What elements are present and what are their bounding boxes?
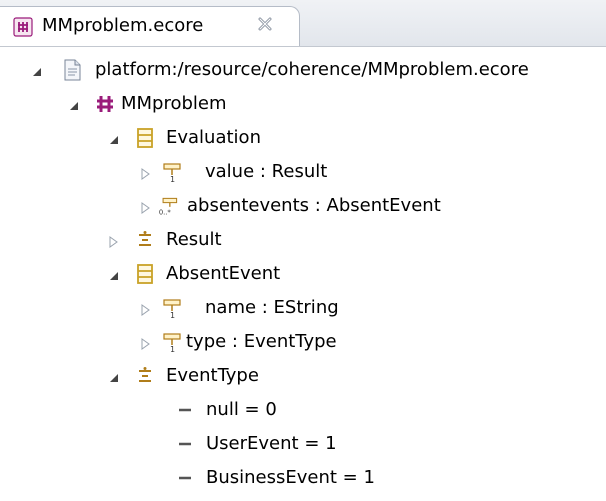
enum-literal-icon bbox=[179, 476, 191, 480]
tree-item-label: EventType bbox=[166, 365, 259, 386]
ecore-tree: platform:/resource/coherence/MMproblem.e… bbox=[0, 46, 606, 501]
eenum-icon bbox=[139, 367, 151, 382]
tree-item-attribute[interactable]: 1 type : EventType bbox=[0, 326, 606, 360]
tree-item-enum-literal[interactable]: UserEvent = 1 bbox=[0, 428, 606, 462]
expanded-arrow-icon[interactable] bbox=[31, 66, 43, 78]
tree-item-attribute[interactable]: 1 name : EString bbox=[0, 292, 606, 326]
tree-item-enum-result[interactable]: Result bbox=[0, 224, 606, 258]
reference-single-icon: 1 bbox=[163, 163, 181, 183]
tree-item-label: null = 0 bbox=[206, 399, 277, 420]
eenum-icon bbox=[139, 231, 151, 246]
expanded-arrow-icon[interactable] bbox=[108, 270, 120, 282]
tree-item-label: AbsentEvent bbox=[166, 263, 281, 284]
tree-item-label: type : EventType bbox=[186, 331, 337, 352]
tree-item-enum-literal[interactable]: BusinessEvent = 1 bbox=[0, 462, 606, 496]
reference-many-icon: 0..* bbox=[159, 197, 178, 216]
collapsed-arrow-icon[interactable] bbox=[140, 338, 152, 350]
svg-text:1: 1 bbox=[170, 311, 175, 319]
expanded-arrow-icon[interactable] bbox=[68, 100, 80, 112]
collapsed-arrow-icon[interactable] bbox=[140, 202, 152, 214]
tree-item-class-evaluation[interactable]: Evaluation bbox=[0, 122, 606, 156]
tree-item-label: UserEvent = 1 bbox=[206, 433, 337, 454]
tree-item-label: Result bbox=[166, 229, 222, 250]
tree-item-attribute[interactable]: 1 value : Result bbox=[0, 156, 606, 190]
svg-text:1: 1 bbox=[170, 175, 175, 183]
attribute-single-icon: 1 bbox=[163, 299, 181, 319]
tree-item-label: platform:/resource/coherence/MMproblem.e… bbox=[95, 59, 529, 80]
expanded-arrow-icon[interactable] bbox=[108, 134, 120, 146]
tree-item-resource[interactable]: platform:/resource/coherence/MMproblem.e… bbox=[0, 54, 606, 88]
tree-item-label: value : Result bbox=[205, 161, 328, 182]
svg-text:0..*: 0..* bbox=[159, 208, 172, 216]
tree-item-attribute[interactable]: 0..* absentevents : AbsentEvent bbox=[0, 190, 606, 224]
ecore-file-icon bbox=[13, 17, 33, 37]
tree-item-class-absentevent[interactable]: AbsentEvent bbox=[0, 258, 606, 292]
tree-item-package[interactable]: MMproblem bbox=[0, 88, 606, 122]
collapsed-arrow-icon[interactable] bbox=[108, 236, 120, 248]
tree-item-label: Evaluation bbox=[166, 127, 261, 148]
tree-item-label: BusinessEvent = 1 bbox=[206, 467, 375, 488]
svg-text:1: 1 bbox=[170, 345, 175, 353]
resource-file-icon bbox=[64, 59, 81, 81]
tree-item-enum-eventtype[interactable]: EventType bbox=[0, 360, 606, 394]
tree-item-label: name : EString bbox=[205, 297, 339, 318]
tree-item-label: MMproblem bbox=[121, 93, 227, 114]
eclass-icon bbox=[137, 264, 153, 284]
attribute-single-icon: 1 bbox=[163, 333, 181, 353]
editor-tab-bar: MMproblem.ecore bbox=[0, 0, 606, 47]
enum-literal-icon bbox=[179, 442, 191, 446]
enum-literal-icon bbox=[179, 408, 191, 412]
tree-item-label: absentevents : AbsentEvent bbox=[187, 195, 441, 216]
tree-item-enum-literal[interactable]: null = 0 bbox=[0, 394, 606, 428]
close-icon[interactable] bbox=[256, 15, 274, 33]
expanded-arrow-icon[interactable] bbox=[108, 372, 120, 384]
editor-tab-title: MMproblem.ecore bbox=[42, 15, 204, 36]
editor-tab[interactable]: MMproblem.ecore bbox=[0, 6, 300, 46]
package-icon bbox=[97, 96, 113, 112]
collapsed-arrow-icon[interactable] bbox=[140, 168, 152, 180]
eclass-icon bbox=[137, 128, 153, 148]
collapsed-arrow-icon[interactable] bbox=[140, 304, 152, 316]
